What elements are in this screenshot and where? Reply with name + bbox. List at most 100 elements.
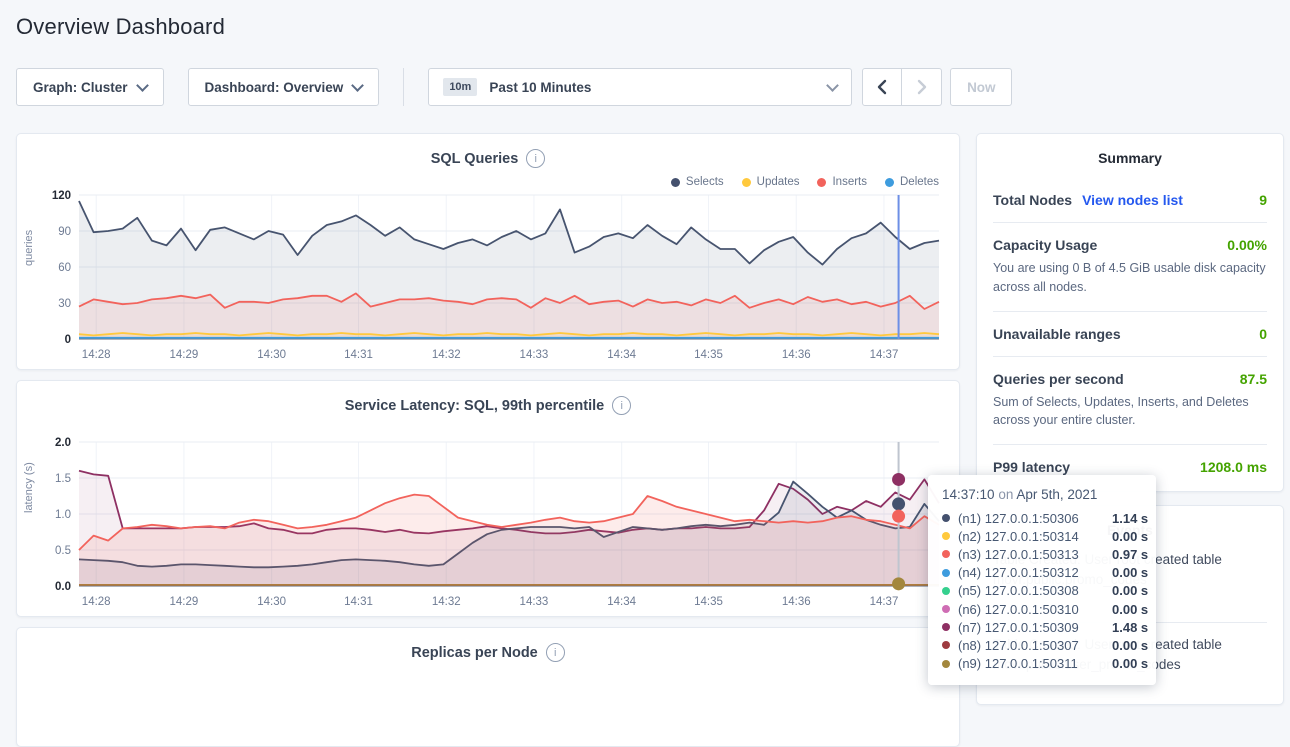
replicas-chart-mount-svg [23,680,951,742]
chevron-left-icon [877,79,887,95]
tooltip-row: (n2) 127.0.0.1:503140.00 s [942,527,1142,545]
summary-row-qps: Queries per second 87.5 Sum of Selects, … [993,357,1267,446]
node-latency-value: 0.00 s [1112,602,1148,617]
svg-text:14:28: 14:28 [82,349,111,361]
node-address: (n6) 127.0.0.1:50310 [958,602,1104,617]
sql-queries-title-row: SQL Queries [17,134,959,168]
node-address: (n4) 127.0.0.1:50312 [958,565,1104,580]
total-nodes-label: Total Nodes [993,192,1072,208]
capacity-value: 0.00% [1227,237,1267,253]
svg-text:1.0: 1.0 [55,509,71,521]
chevron-down-icon [136,79,149,92]
replicas-per-node-card: Replicas per Node [16,627,960,747]
info-icon[interactable] [612,396,631,415]
svg-text:0.0: 0.0 [55,581,71,593]
graph-dropdown-label: Graph: Cluster [33,80,128,95]
node-address: (n3) 127.0.0.1:50313 [958,547,1104,562]
svg-text:0.5: 0.5 [55,545,71,557]
svg-text:14:36: 14:36 [782,349,811,361]
hover-dot-n7 [892,473,905,486]
time-next-button[interactable] [902,68,942,106]
qps-value: 87.5 [1240,371,1267,387]
summary-card: Summary Total Nodes View nodes list 9 Ca… [976,133,1284,492]
chevron-down-icon [826,79,839,92]
svg-text:14:35: 14:35 [694,596,723,608]
node-color-dot [942,623,950,631]
time-prev-button[interactable] [862,68,902,106]
svg-text:120: 120 [52,190,71,202]
info-icon[interactable] [546,643,565,662]
node-color-dot [942,605,950,613]
summary-row-unavailable-ranges: Unavailable ranges 0 [993,312,1267,357]
replicas-title-row: Replicas per Node [17,628,959,662]
service-latency-card: Service Latency: SQL, 99th percentile la… [16,380,960,617]
svg-text:2.0: 2.0 [55,437,71,449]
page-title: Overview Dashboard [16,14,225,40]
view-nodes-list-link[interactable]: View nodes list [1082,192,1183,208]
sql-queries-card: SQL Queries SelectsUpdatesInsertsDeletes… [16,133,960,370]
unavailable-ranges-value: 0 [1259,326,1267,342]
svg-text:60: 60 [58,262,71,274]
svg-text:14:33: 14:33 [520,349,549,361]
svg-text:14:29: 14:29 [170,596,199,608]
graph-dropdown[interactable]: Graph: Cluster [16,68,164,106]
node-latency-value: 1.48 s [1112,620,1148,635]
svg-text:14:30: 14:30 [257,349,286,361]
dashboard-dropdown[interactable]: Dashboard: Overview [188,68,380,106]
node-address: (n9) 127.0.0.1:50311 [958,656,1104,671]
hover-dot-n9 [892,577,905,590]
time-range-selector[interactable]: 10m Past 10 Minutes [428,68,852,106]
node-address: (n1) 127.0.0.1:50306 [958,511,1104,526]
total-nodes-value: 9 [1259,192,1267,208]
svg-text:14:37: 14:37 [870,349,899,361]
node-address: (n2) 127.0.0.1:50314 [958,529,1104,544]
node-color-dot [942,532,950,540]
p99-value: 1208.0 ms [1200,459,1267,475]
unavailable-ranges-label: Unavailable ranges [993,326,1121,342]
svg-text:14:30: 14:30 [257,596,286,608]
svg-text:14:35: 14:35 [694,349,723,361]
info-icon[interactable] [526,149,545,168]
svg-text:14:36: 14:36 [782,596,811,608]
service-latency-title-row: Service Latency: SQL, 99th percentile [17,381,959,415]
node-latency-value: 1.14 s [1112,511,1148,526]
tooltip-row: (n1) 127.0.0.1:503061.14 s [942,509,1142,527]
sql-chart-mount-svg: 14:2814:2914:3014:3114:3214:3314:3414:35… [23,186,951,365]
svg-text:14:34: 14:34 [607,596,636,608]
replicas-per-node-chart[interactable] [23,680,951,742]
capacity-label: Capacity Usage [993,237,1097,253]
node-latency-value: 0.97 s [1112,547,1148,562]
time-step-buttons [862,68,942,106]
now-button[interactable]: Now [950,68,1012,106]
node-latency-value: 0.00 s [1112,529,1148,544]
node-address: (n8) 127.0.0.1:50307 [958,638,1104,653]
sql-queries-chart[interactable]: 14:2814:2914:3014:3114:3214:3314:3414:35… [23,186,951,365]
capacity-caption: You are using 0 B of 4.5 GiB usable disk… [993,259,1267,297]
summary-title: Summary [993,150,1267,166]
chevron-down-icon [351,79,364,92]
tooltip-row: (n8) 127.0.0.1:503070.00 s [942,636,1142,654]
hover-dot-n1 [892,497,905,510]
node-address: (n5) 127.0.0.1:50308 [958,583,1104,598]
svg-text:14:28: 14:28 [82,596,111,608]
qps-label: Queries per second [993,371,1124,387]
toolbar: Graph: Cluster Dashboard: Overview 10m P… [16,68,1012,106]
node-latency-value: 0.00 s [1112,583,1148,598]
hover-dot-n3 [892,510,905,523]
node-color-dot [942,550,950,558]
svg-text:14:37: 14:37 [870,596,899,608]
service-latency-chart[interactable]: 14:2814:2914:3014:3114:3214:3314:3414:35… [23,433,951,612]
node-color-dot [942,660,950,668]
tooltip-timestamp: 14:37:10 on Apr 5th, 2021 [942,487,1142,502]
summary-row-capacity: Capacity Usage 0.00% You are using 0 B o… [993,223,1267,312]
node-color-dot [942,587,950,595]
replicas-title: Replicas per Node [411,645,538,661]
node-latency-value: 0.00 s [1112,565,1148,580]
node-color-dot [942,569,950,577]
tooltip-rows: (n1) 127.0.0.1:503061.14 s(n2) 127.0.0.1… [942,509,1142,673]
node-latency-value: 0.00 s [1112,638,1148,653]
tooltip-row: (n6) 127.0.0.1:503100.00 s [942,600,1142,618]
node-address: (n7) 127.0.0.1:50309 [958,620,1104,635]
toolbar-divider [403,68,404,106]
svg-text:14:32: 14:32 [432,349,461,361]
